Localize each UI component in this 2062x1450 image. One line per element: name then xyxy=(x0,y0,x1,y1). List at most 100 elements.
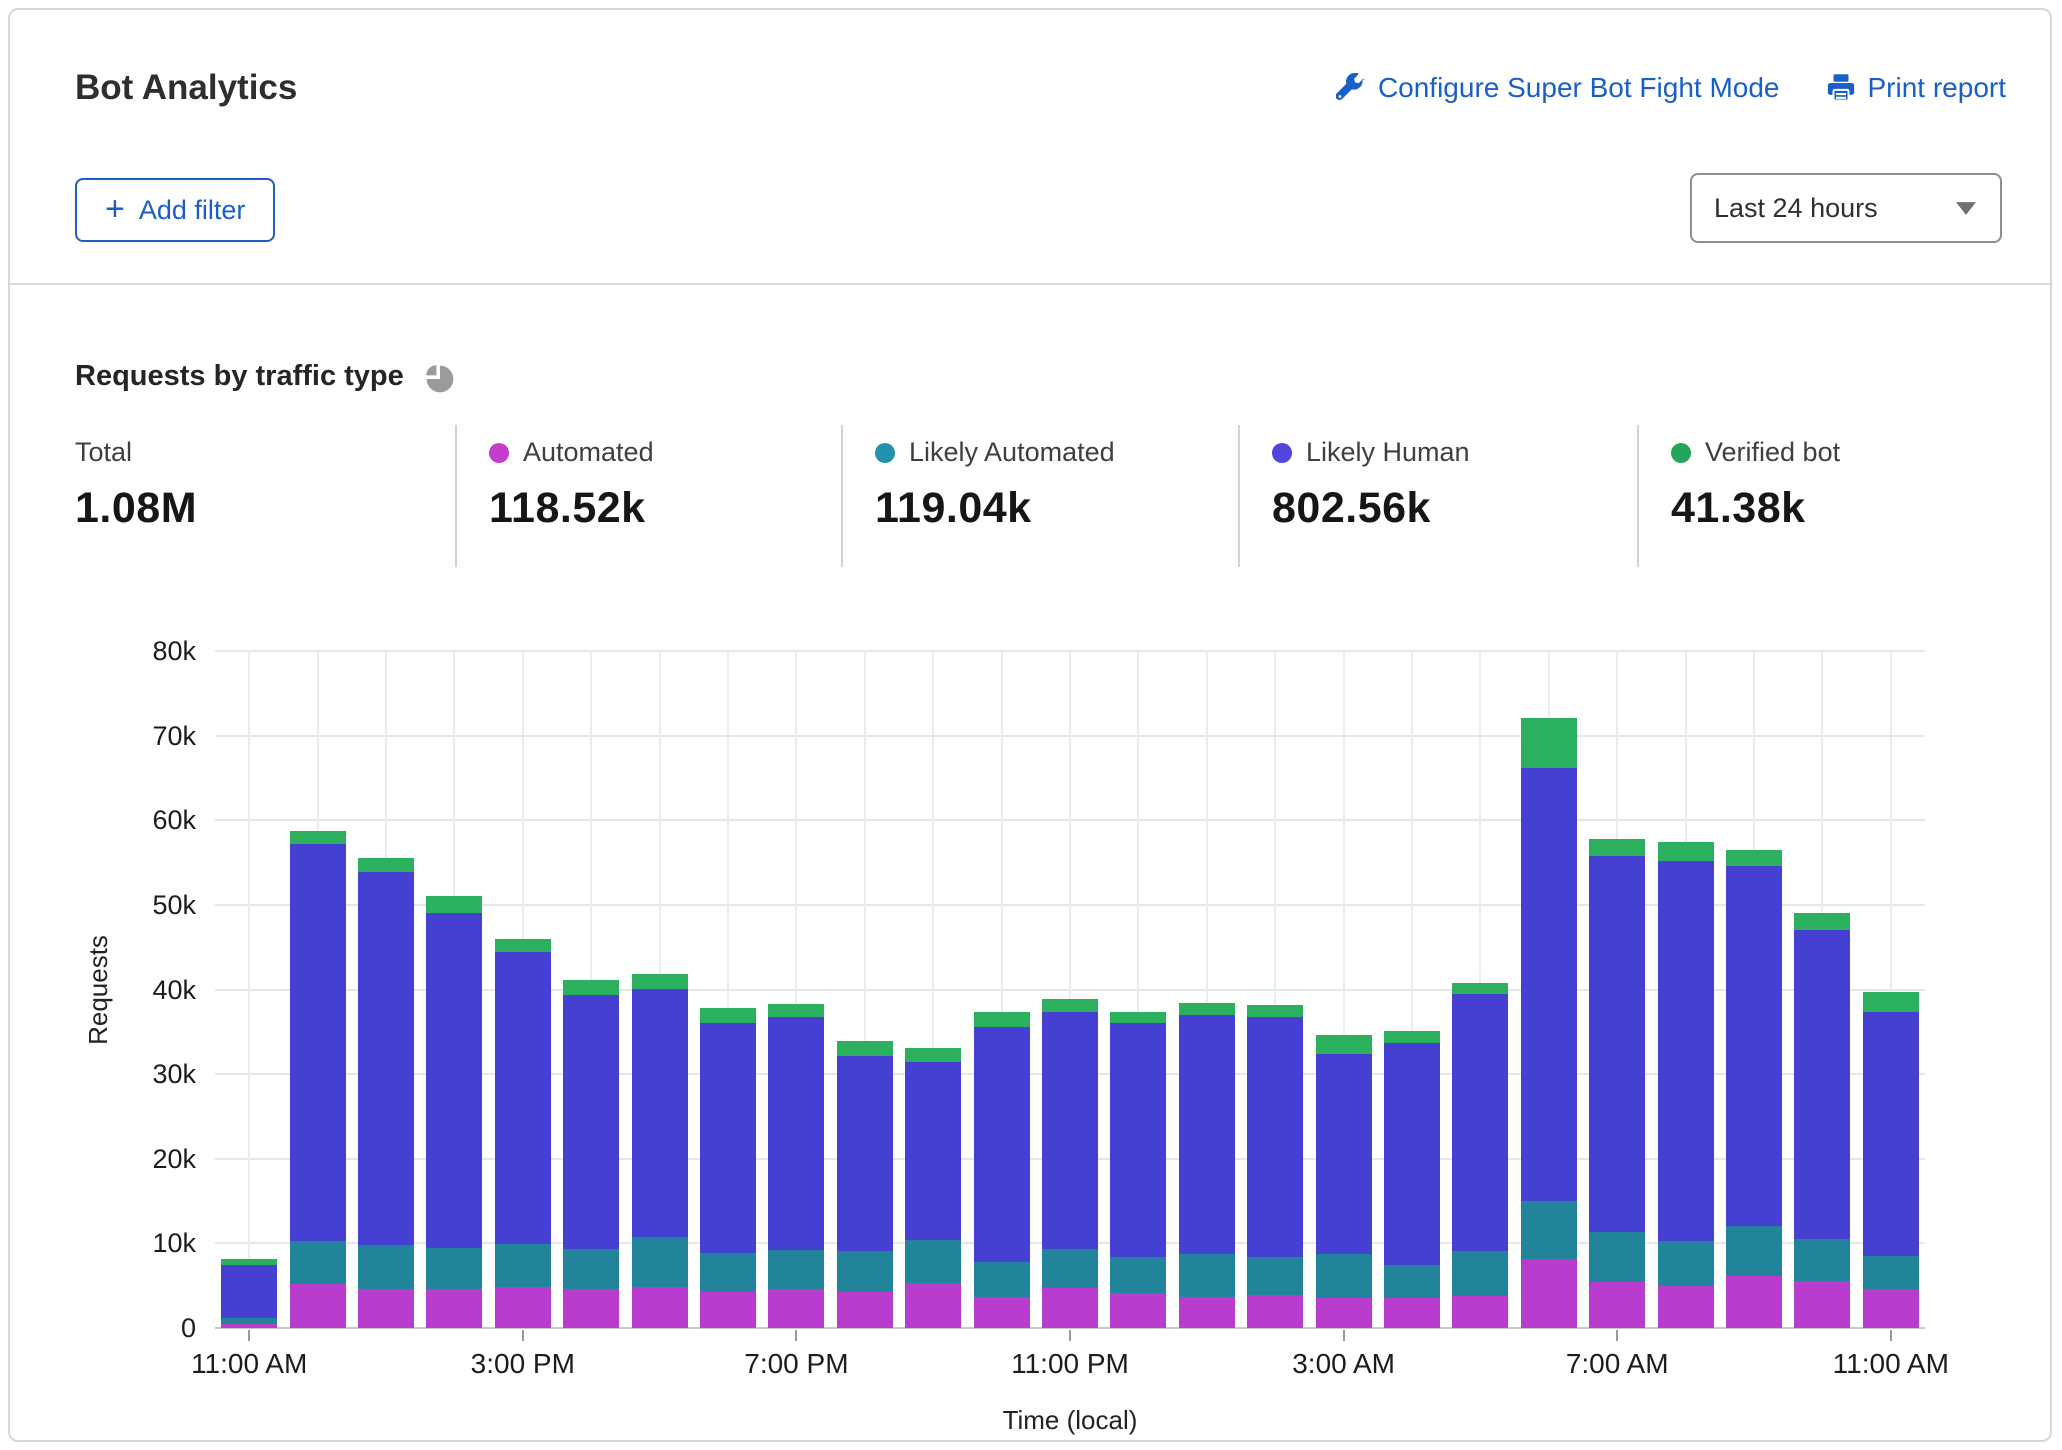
bar-segment-likely-human[interactable] xyxy=(1452,994,1508,1251)
bar-segment-likely-automated[interactable] xyxy=(700,1253,756,1293)
bar-4-00-am[interactable] xyxy=(1384,1031,1440,1328)
bar-segment-likely-human[interactable] xyxy=(1726,866,1782,1227)
bar-segment-verified-bot[interactable] xyxy=(1452,983,1508,994)
bar-segment-verified-bot[interactable] xyxy=(632,974,688,988)
bar-segment-automated[interactable] xyxy=(495,1287,551,1328)
bar-segment-likely-automated[interactable] xyxy=(1110,1257,1166,1293)
bar-segment-likely-human[interactable] xyxy=(1247,1017,1303,1257)
bar-segment-verified-bot[interactable] xyxy=(1863,992,1919,1012)
bar-segment-verified-bot[interactable] xyxy=(290,831,346,844)
bar-5-00-pm[interactable] xyxy=(632,974,688,1328)
bar-segment-likely-human[interactable] xyxy=(905,1062,961,1240)
bar-segment-automated[interactable] xyxy=(1589,1282,1645,1328)
bar-6-00-pm[interactable] xyxy=(700,1008,756,1328)
bar-segment-automated[interactable] xyxy=(1658,1286,1714,1328)
bar-segment-verified-bot[interactable] xyxy=(974,1012,1030,1026)
bar-segment-automated[interactable] xyxy=(563,1289,619,1328)
bar-segment-likely-automated[interactable] xyxy=(563,1249,619,1289)
bar-segment-likely-automated[interactable] xyxy=(1452,1251,1508,1296)
bar-2-00-am[interactable] xyxy=(1247,1005,1303,1328)
bar-11-00-pm[interactable] xyxy=(1042,999,1098,1328)
bar-3-00-am[interactable] xyxy=(1316,1035,1372,1328)
bar-segment-automated[interactable] xyxy=(1452,1296,1508,1328)
bar-segment-likely-automated[interactable] xyxy=(1726,1226,1782,1275)
bar-segment-verified-bot[interactable] xyxy=(700,1008,756,1022)
bar-segment-automated[interactable] xyxy=(1726,1276,1782,1328)
bar-segment-verified-bot[interactable] xyxy=(426,896,482,913)
bar-segment-automated[interactable] xyxy=(1316,1298,1372,1328)
bar-segment-likely-automated[interactable] xyxy=(495,1244,551,1286)
bar-segment-likely-automated[interactable] xyxy=(1179,1254,1235,1296)
bar-segment-likely-human[interactable] xyxy=(1179,1015,1235,1254)
bar-segment-verified-bot[interactable] xyxy=(1726,850,1782,866)
bar-segment-likely-human[interactable] xyxy=(1110,1023,1166,1257)
bar-segment-verified-bot[interactable] xyxy=(1042,999,1098,1013)
bar-11-00-am[interactable] xyxy=(1863,992,1919,1328)
configure-super-bot-fight-mode-link[interactable]: Configure Super Bot Fight Mode xyxy=(1336,72,1780,104)
bar-segment-likely-human[interactable] xyxy=(563,995,619,1249)
bar-segment-automated[interactable] xyxy=(837,1292,893,1328)
bar-segment-likely-automated[interactable] xyxy=(1589,1232,1645,1282)
bar-segment-verified-bot[interactable] xyxy=(1384,1031,1440,1043)
bar-segment-automated[interactable] xyxy=(1794,1281,1850,1328)
bar-11-00-am[interactable] xyxy=(221,1259,277,1328)
bar-12-00-am[interactable] xyxy=(1110,1012,1166,1328)
bar-segment-likely-human[interactable] xyxy=(1042,1012,1098,1249)
bar-segment-likely-human[interactable] xyxy=(426,913,482,1248)
bar-segment-automated[interactable] xyxy=(974,1297,1030,1328)
bar-7-00-pm[interactable] xyxy=(768,1004,824,1328)
bar-9-00-pm[interactable] xyxy=(905,1048,961,1328)
bar-8-00-am[interactable] xyxy=(1658,842,1714,1328)
bar-segment-likely-human[interactable] xyxy=(768,1017,824,1250)
bar-7-00-am[interactable] xyxy=(1589,839,1645,1328)
bar-segment-likely-automated[interactable] xyxy=(426,1248,482,1289)
bar-segment-likely-human[interactable] xyxy=(1521,768,1577,1201)
bar-4-00-pm[interactable] xyxy=(563,980,619,1328)
bar-segment-likely-automated[interactable] xyxy=(1863,1256,1919,1289)
bar-8-00-pm[interactable] xyxy=(837,1041,893,1328)
bar-segment-likely-automated[interactable] xyxy=(1247,1257,1303,1295)
bar-5-00-am[interactable] xyxy=(1452,983,1508,1328)
bar-segment-likely-human[interactable] xyxy=(221,1265,277,1318)
bar-segment-verified-bot[interactable] xyxy=(768,1004,824,1018)
bar-6-00-am[interactable] xyxy=(1521,718,1577,1328)
bar-segment-likely-human[interactable] xyxy=(1794,930,1850,1239)
bar-segment-likely-automated[interactable] xyxy=(768,1250,824,1289)
bar-segment-likely-human[interactable] xyxy=(495,952,551,1244)
bar-segment-likely-automated[interactable] xyxy=(1521,1201,1577,1259)
bar-segment-automated[interactable] xyxy=(426,1289,482,1328)
bar-1-00-pm[interactable] xyxy=(358,858,414,1328)
bar-segment-likely-automated[interactable] xyxy=(837,1251,893,1292)
bar-segment-verified-bot[interactable] xyxy=(563,980,619,995)
bar-segment-automated[interactable] xyxy=(290,1284,346,1328)
bar-segment-likely-automated[interactable] xyxy=(290,1241,346,1284)
bar-segment-likely-automated[interactable] xyxy=(358,1245,414,1289)
bar-segment-likely-human[interactable] xyxy=(1384,1043,1440,1265)
bar-segment-likely-human[interactable] xyxy=(358,872,414,1245)
add-filter-button[interactable]: + Add filter xyxy=(75,178,275,242)
bar-segment-automated[interactable] xyxy=(632,1287,688,1328)
print-report-link[interactable]: Print report xyxy=(1826,72,2007,104)
bar-segment-likely-automated[interactable] xyxy=(905,1240,961,1283)
bar-segment-verified-bot[interactable] xyxy=(837,1041,893,1055)
bar-segment-verified-bot[interactable] xyxy=(1247,1005,1303,1017)
bar-segment-likely-human[interactable] xyxy=(1863,1012,1919,1256)
bar-segment-verified-bot[interactable] xyxy=(1589,839,1645,856)
bar-segment-verified-bot[interactable] xyxy=(1110,1012,1166,1023)
bar-12-00-pm[interactable] xyxy=(290,831,346,1328)
bar-segment-verified-bot[interactable] xyxy=(1794,913,1850,930)
bar-10-00-am[interactable] xyxy=(1794,913,1850,1328)
bar-segment-automated[interactable] xyxy=(1863,1289,1919,1328)
bar-3-00-pm[interactable] xyxy=(495,939,551,1328)
bar-segment-likely-automated[interactable] xyxy=(632,1237,688,1287)
bar-segment-automated[interactable] xyxy=(1247,1295,1303,1328)
bar-segment-verified-bot[interactable] xyxy=(1658,842,1714,861)
time-range-select[interactable]: Last 24 hours xyxy=(1690,173,2002,243)
bar-segment-automated[interactable] xyxy=(1384,1298,1440,1328)
bar-segment-likely-human[interactable] xyxy=(974,1027,1030,1262)
bar-segment-automated[interactable] xyxy=(1179,1297,1235,1328)
bar-segment-likely-human[interactable] xyxy=(700,1023,756,1253)
bar-segment-likely-human[interactable] xyxy=(1658,861,1714,1241)
bar-10-00-pm[interactable] xyxy=(974,1012,1030,1328)
bar-segment-likely-automated[interactable] xyxy=(1384,1265,1440,1298)
